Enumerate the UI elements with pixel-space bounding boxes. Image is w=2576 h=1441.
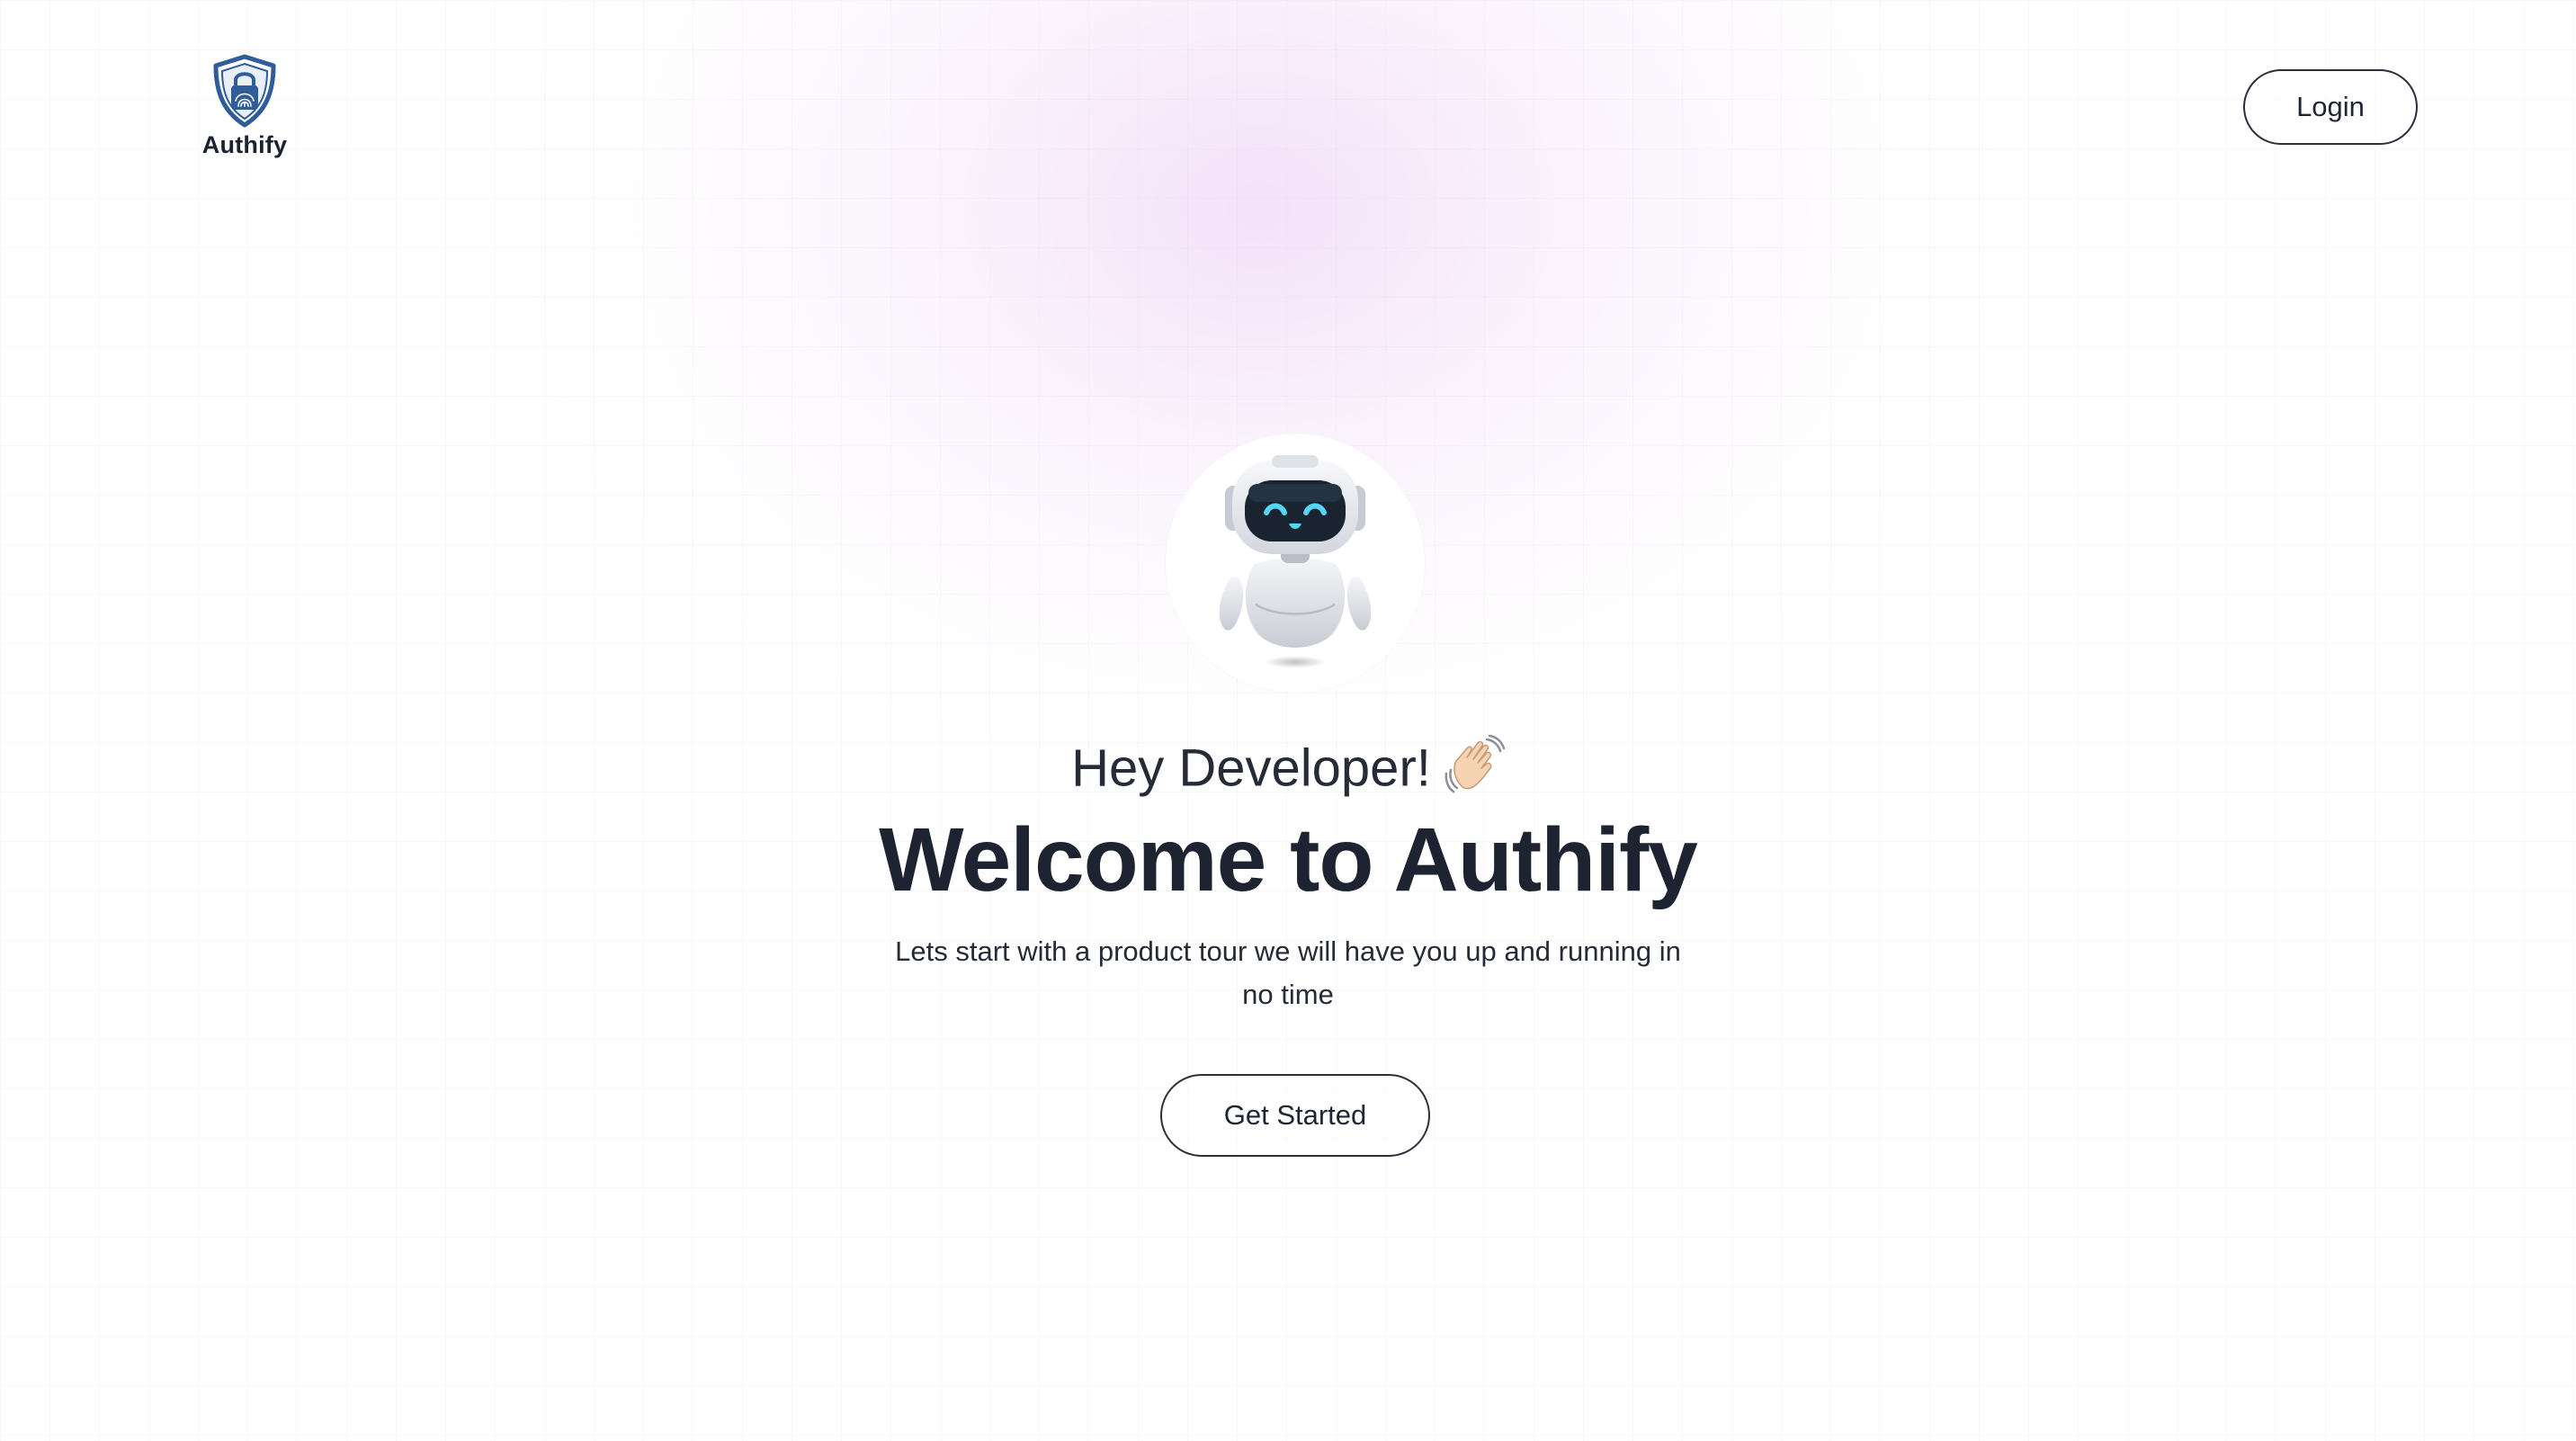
- robot-icon: [1219, 455, 1372, 668]
- login-button[interactable]: Login: [2243, 69, 2418, 145]
- page-title: Welcome to Authify: [879, 810, 1698, 910]
- waving-hand-icon: [1444, 734, 1506, 810]
- greeting-text: Hey Developer!: [1071, 738, 1431, 798]
- get-started-button[interactable]: Get Started: [1160, 1074, 1430, 1157]
- robot-avatar: [1166, 434, 1425, 693]
- brand-name: Authify: [201, 131, 288, 158]
- greeting-heading: Hey Developer!: [0, 734, 2576, 810]
- shield-fingerprint-icon: [210, 54, 279, 128]
- page-subtitle: Lets start with a product tour we will h…: [895, 935, 1681, 1010]
- brand-logo[interactable]: Authify: [201, 54, 288, 159]
